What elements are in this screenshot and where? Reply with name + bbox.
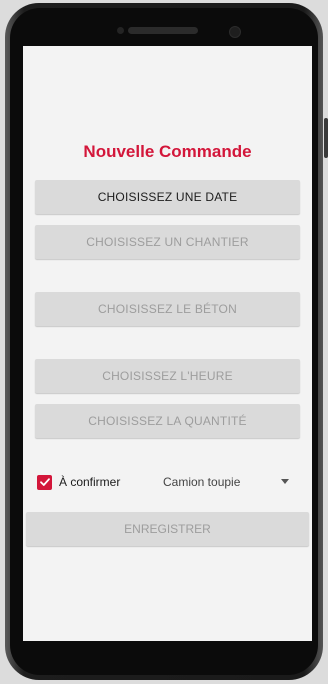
confirm-label: À confirmer xyxy=(59,475,121,489)
check-icon xyxy=(39,478,50,486)
choose-heure-button[interactable]: CHOISISSEZ L'HEURE xyxy=(35,359,300,393)
choose-quantite-button[interactable]: CHOISISSEZ LA QUANTITÉ xyxy=(35,404,300,438)
truck-type-select[interactable]: Camion toupie xyxy=(163,471,295,493)
power-button xyxy=(324,118,328,158)
sensor-icon xyxy=(117,27,124,34)
chevron-down-icon xyxy=(281,479,289,484)
choose-chantier-button[interactable]: CHOISISSEZ UN CHANTIER xyxy=(35,225,300,259)
choose-beton-button[interactable]: CHOISISSEZ LE BÉTON xyxy=(35,292,300,326)
speaker-grille xyxy=(128,27,198,34)
phone-frame: Nouvelle Commande CHOISISSEZ UNE DATE CH… xyxy=(0,0,328,684)
confirm-checkbox-row[interactable]: À confirmer xyxy=(37,471,120,493)
save-button[interactable]: ENREGISTRER xyxy=(26,512,309,546)
app-screen: Nouvelle Commande CHOISISSEZ UNE DATE CH… xyxy=(23,46,312,641)
page-title: Nouvelle Commande xyxy=(83,142,252,161)
truck-type-value: Camion toupie xyxy=(163,475,241,489)
confirm-checkbox[interactable] xyxy=(37,474,52,490)
front-camera-icon xyxy=(229,26,241,38)
choose-date-button[interactable]: CHOISISSEZ UNE DATE xyxy=(35,180,300,214)
